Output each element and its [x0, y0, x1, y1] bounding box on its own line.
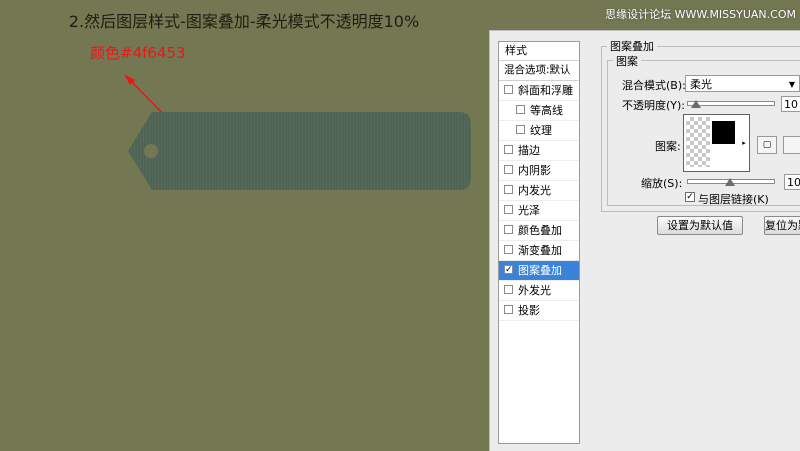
style-item[interactable]: 等高线 [499, 101, 579, 121]
style-checkbox[interactable] [516, 105, 525, 114]
pattern-dropdown-icon[interactable]: ▸ [739, 114, 750, 172]
style-checkbox[interactable] [504, 185, 513, 194]
pattern-picker[interactable] [683, 114, 741, 172]
style-checkbox[interactable] [504, 305, 513, 314]
scale-label: 缩放(S): [641, 177, 683, 190]
pattern-label: 图案: [655, 140, 681, 153]
style-item-label: 内发光 [518, 184, 551, 197]
style-item-label: 纹理 [530, 124, 552, 137]
style-checkbox[interactable] [504, 85, 513, 94]
black-pattern-swatch [712, 121, 735, 144]
pattern-overlay-title: 图案叠加 [607, 38, 657, 54]
style-item[interactable]: 颜色叠加 [499, 221, 579, 241]
style-item-label: 光泽 [518, 204, 540, 217]
style-checkbox[interactable] [504, 225, 513, 234]
style-item[interactable]: 外发光 [499, 281, 579, 301]
link-layer-checkbox[interactable]: ✓ [685, 192, 695, 202]
style-item[interactable]: 描边 [499, 141, 579, 161]
checkmark-icon: ✓ [686, 192, 694, 202]
blend-mode-label: 混合模式(B): [622, 79, 686, 92]
transparent-swatch [686, 117, 710, 167]
style-checkbox[interactable] [504, 285, 513, 294]
style-checkbox[interactable] [504, 205, 513, 214]
style-item-label: 斜面和浮雕 [518, 84, 573, 97]
tag-hole [144, 144, 158, 158]
style-item-label: 内阴影 [518, 164, 551, 177]
styles-header[interactable]: 样式 [499, 42, 579, 61]
style-checkbox[interactable] [504, 145, 513, 154]
style-item-label: 外发光 [518, 284, 551, 297]
link-layer-label: 与图层链接(K) [698, 193, 769, 206]
style-item[interactable]: 光泽 [499, 201, 579, 221]
style-item[interactable]: 渐变叠加 [499, 241, 579, 261]
reset-default-button[interactable]: 复位为默认值 [764, 216, 800, 235]
style-item[interactable]: 纹理 [499, 121, 579, 141]
style-item[interactable]: 投影 [499, 301, 579, 321]
style-item[interactable]: 斜面和浮雕 [499, 81, 579, 101]
style-checkbox[interactable] [504, 245, 513, 254]
style-item[interactable]: 内发光 [499, 181, 579, 201]
style-item-label: 渐变叠加 [518, 244, 562, 257]
styles-list-panel: 样式 混合选项:默认 斜面和浮雕等高线纹理描边内阴影内发光光泽颜色叠加渐变叠加 ✓… [498, 41, 580, 444]
opacity-label: 不透明度(Y): [622, 99, 686, 112]
new-preset-icon[interactable]: ▢ [757, 136, 777, 154]
opacity-input[interactable]: 10 [781, 96, 800, 112]
set-default-button[interactable]: 设置为默认值 [657, 216, 743, 235]
style-checkbox[interactable]: ✓ [504, 265, 513, 275]
style-item-label: 投影 [518, 304, 540, 317]
opacity-slider-thumb[interactable] [690, 100, 701, 108]
style-item-label: 描边 [518, 144, 540, 157]
blend-mode-select[interactable]: 柔光 ▼ [685, 75, 800, 92]
style-checkbox[interactable] [516, 125, 525, 134]
blend-options-item[interactable]: 混合选项:默认 [499, 61, 579, 81]
blend-mode-value: 柔光 [690, 78, 712, 91]
scale-input[interactable]: 100 [784, 174, 800, 190]
style-item[interactable]: 内阴影 [499, 161, 579, 181]
style-checkbox[interactable] [504, 165, 513, 174]
style-item[interactable]: ✓ 图案叠加 [499, 261, 579, 281]
snap-to-origin-button[interactable] [783, 136, 800, 154]
chevron-down-icon: ▼ [788, 80, 795, 89]
price-tag-shape [128, 112, 471, 190]
scale-slider-thumb[interactable] [725, 178, 735, 186]
style-item-label: 图案叠加 [518, 264, 562, 277]
style-item-label: 等高线 [530, 104, 563, 117]
pattern-group-title: 图案 [613, 53, 641, 69]
style-item-label: 颜色叠加 [518, 224, 562, 237]
